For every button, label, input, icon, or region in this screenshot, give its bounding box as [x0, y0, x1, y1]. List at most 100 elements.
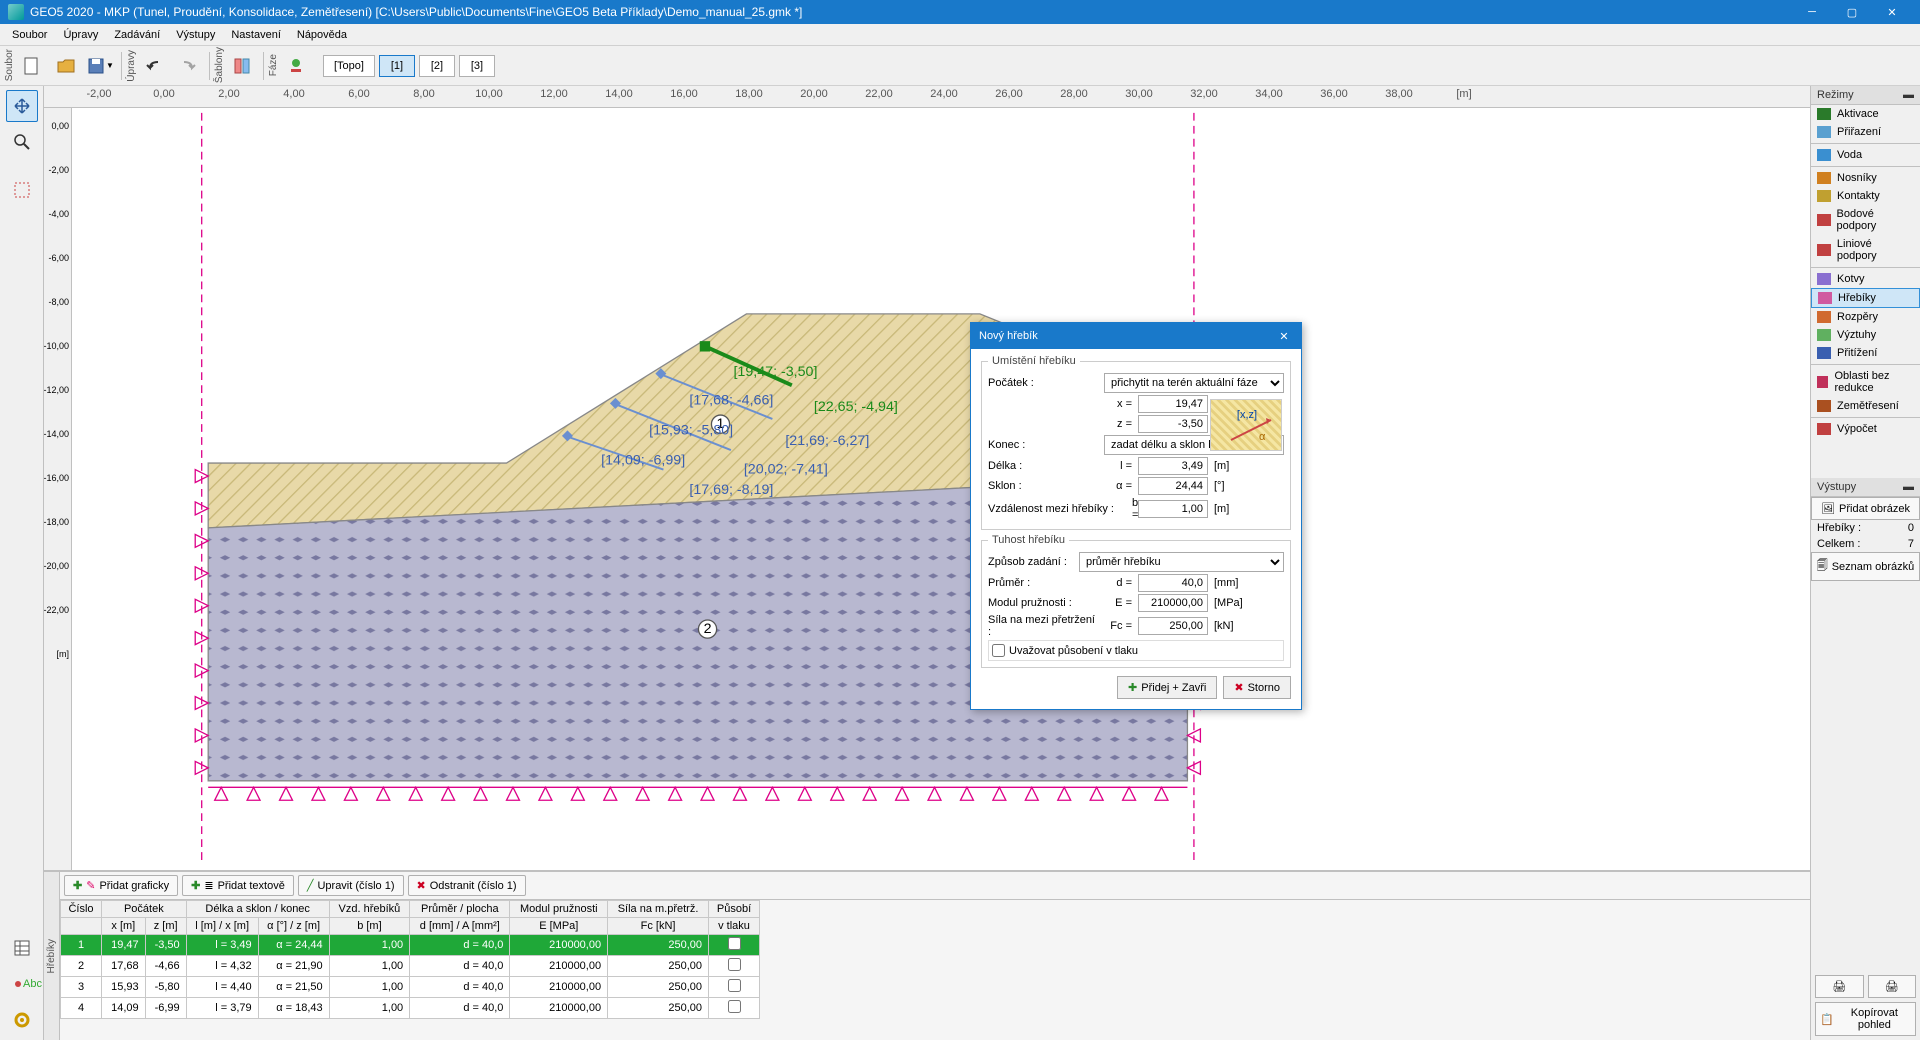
- print-1-button[interactable]: 🖨: [1815, 975, 1864, 998]
- pan-tool[interactable]: [6, 90, 38, 122]
- labels-button[interactable]: Abc: [6, 968, 38, 1000]
- compression-checkbox-row[interactable]: Uvažovat působení v tlaku: [988, 640, 1284, 661]
- template-button[interactable]: [226, 50, 258, 82]
- titlebar: GEO5 2020 - MKP (Tunel, Proudění, Konsol…: [0, 0, 1920, 24]
- svg-text:2: 2: [704, 621, 712, 637]
- compression-cell-checkbox[interactable]: [728, 979, 741, 992]
- angle-input[interactable]: [1138, 477, 1208, 495]
- remove-button[interactable]: ✖Odstranit (číslo 1): [408, 875, 526, 896]
- mode-výpočet[interactable]: Výpočet: [1811, 420, 1920, 438]
- open-file-button[interactable]: [50, 50, 82, 82]
- method-select[interactable]: průměr hřebíku: [1079, 552, 1284, 572]
- settings-button[interactable]: [6, 1004, 38, 1036]
- menubar: SouborÚpravyZadáváníVýstupyNastaveníNápo…: [0, 24, 1920, 46]
- mode-rozpěry[interactable]: Rozpěry: [1811, 308, 1920, 326]
- nails-table[interactable]: ČísloPočátekDélka a sklon / konecVzd. hř…: [60, 900, 1810, 1040]
- table-view-button[interactable]: [6, 932, 38, 964]
- minimize-button[interactable]: ─: [1792, 0, 1832, 24]
- geometry-plot[interactable]: 1 2 [19,47; -3,50][22,65; -4,94][17,68; …: [72, 108, 1810, 870]
- maximize-button[interactable]: ▢: [1832, 0, 1872, 24]
- mode-aktivace[interactable]: Aktivace: [1811, 105, 1920, 123]
- tb-group-edit: Úpravy: [126, 46, 137, 86]
- main-toolbar: Soubor ▼ Úpravy Šablony Fáze [Topo][1][2…: [0, 46, 1920, 86]
- menu-nastavení[interactable]: Nastavení: [223, 27, 289, 43]
- zoom-window-tool[interactable]: [6, 174, 38, 206]
- diameter-input[interactable]: [1138, 574, 1208, 592]
- table-row[interactable]: 315,93-5,80l = 4,40α = 21,501,00d = 40,0…: [61, 977, 760, 998]
- mode-přiřazení[interactable]: Přiřazení: [1811, 123, 1920, 141]
- collapse-icon[interactable]: ▬: [1903, 89, 1914, 101]
- menu-výstupy[interactable]: Výstupy: [168, 27, 223, 43]
- menu-zadávání[interactable]: Zadávání: [106, 27, 168, 43]
- length-input[interactable]: [1138, 457, 1208, 475]
- dialog-close-button[interactable]: ✕: [1275, 327, 1293, 345]
- mode-přitížení[interactable]: Přitížení: [1811, 344, 1920, 362]
- edit-button[interactable]: ╱Upravit (číslo 1): [298, 875, 404, 896]
- svg-text:[19,47; -3,50]: [19,47; -3,50]: [733, 364, 817, 380]
- canvas-area[interactable]: -2,000,002,004,006,008,0010,0012,0014,00…: [44, 86, 1810, 870]
- menu-úpravy[interactable]: Úpravy: [55, 27, 106, 43]
- collapse-icon[interactable]: ▬: [1903, 481, 1914, 493]
- mode-hřebíky[interactable]: Hřebíky: [1811, 288, 1920, 308]
- app-icon: [8, 4, 24, 20]
- menu-nápověda[interactable]: Nápověda: [289, 27, 355, 43]
- undo-button[interactable]: [138, 50, 170, 82]
- spacing-input[interactable]: [1138, 500, 1208, 518]
- bottom-panel-tab[interactable]: Hřebíky: [44, 872, 60, 1040]
- add-close-button[interactable]: ✚Přidej + Zavři: [1117, 676, 1217, 699]
- mode-výztuhy[interactable]: Výztuhy: [1811, 326, 1920, 344]
- compression-checkbox[interactable]: [992, 644, 1005, 657]
- phase-tab-3[interactable]: [3]: [459, 55, 495, 77]
- save-file-button[interactable]: ▼: [84, 50, 116, 82]
- close-button[interactable]: ✕: [1872, 0, 1912, 24]
- svg-text:[21,69; -6,27]: [21,69; -6,27]: [785, 433, 869, 449]
- modes-header: Režimy▬: [1811, 86, 1920, 105]
- phase-tab-2[interactable]: [2]: [419, 55, 455, 77]
- table-row[interactable]: 217,68-4,66l = 4,32α = 21,901,00d = 40,0…: [61, 956, 760, 977]
- menu-soubor[interactable]: Soubor: [4, 27, 55, 43]
- add-image-button[interactable]: 🖼Přidat obrázek: [1811, 497, 1920, 520]
- z-input[interactable]: [1138, 415, 1208, 433]
- mode-bodové-podpory[interactable]: Bodové podpory: [1811, 205, 1920, 235]
- mode-voda[interactable]: Voda: [1811, 146, 1920, 164]
- tb-group-phases: Fáze: [268, 50, 279, 80]
- table-row[interactable]: 119,47-3,50l = 3,49α = 24,441,00d = 40,0…: [61, 935, 760, 956]
- redo-button[interactable]: [172, 50, 204, 82]
- compression-cell-checkbox[interactable]: [728, 937, 741, 950]
- mode-kontakty[interactable]: Kontakty: [1811, 187, 1920, 205]
- mode-liniové-podpory[interactable]: Liniové podpory: [1811, 235, 1920, 265]
- svg-text:[20,02; -7,41]: [20,02; -7,41]: [744, 461, 828, 477]
- phase-tab-0[interactable]: [Topo]: [323, 55, 375, 77]
- origin-select[interactable]: přichytit na terén aktuální fáze: [1104, 373, 1284, 393]
- svg-text:[15,93; -5,80]: [15,93; -5,80]: [649, 423, 733, 439]
- ruler-vertical: 0,00-2,00-4,00-6,00-8,00-10,00-12,00-14,…: [44, 108, 72, 870]
- tb-group-file: Soubor: [4, 45, 15, 85]
- outputs-header: Výstupy▬: [1811, 478, 1920, 497]
- x-input[interactable]: [1138, 395, 1208, 413]
- add-text-button[interactable]: ✚≣Přidat textově: [182, 875, 294, 896]
- zoom-tool[interactable]: [6, 126, 38, 158]
- cancel-button[interactable]: ✖Storno: [1223, 676, 1291, 699]
- window-title: GEO5 2020 - MKP (Tunel, Proudění, Konsol…: [30, 5, 1792, 19]
- image-list-button[interactable]: 🗐Seznam obrázků: [1811, 552, 1920, 581]
- dialog-titlebar[interactable]: Nový hřebík ✕: [971, 323, 1301, 349]
- mode-oblasti-bez-redukce[interactable]: Oblasti bez redukce: [1811, 367, 1920, 397]
- phase-tab-1[interactable]: [1]: [379, 55, 415, 77]
- add-graphically-button[interactable]: ✚✎Přidat graficky: [64, 875, 178, 896]
- tb-group-templates: Šablony: [214, 43, 225, 87]
- ruler-horizontal: -2,000,002,004,006,008,0010,0012,0014,00…: [44, 86, 1810, 108]
- compression-cell-checkbox[interactable]: [728, 1000, 741, 1013]
- modulus-input[interactable]: [1138, 594, 1208, 612]
- table-row[interactable]: 414,09-6,99l = 3,79α = 18,431,00d = 40,0…: [61, 998, 760, 1019]
- mode-nosníky[interactable]: Nosníky: [1811, 169, 1920, 187]
- svg-text:[17,68; -4,66]: [17,68; -4,66]: [689, 393, 773, 409]
- copy-view-button[interactable]: 📋Kopírovat pohled: [1815, 1002, 1916, 1036]
- print-2-button[interactable]: 🖨: [1868, 975, 1917, 998]
- add-phase-button[interactable]: [280, 50, 312, 82]
- new-file-button[interactable]: [16, 50, 48, 82]
- svg-text:[14,09; -6,99]: [14,09; -6,99]: [601, 452, 685, 468]
- mode-zemětřesení[interactable]: Zemětřesení: [1811, 397, 1920, 415]
- compression-cell-checkbox[interactable]: [728, 958, 741, 971]
- mode-kotvy[interactable]: Kotvy: [1811, 270, 1920, 288]
- force-input[interactable]: [1138, 617, 1208, 635]
